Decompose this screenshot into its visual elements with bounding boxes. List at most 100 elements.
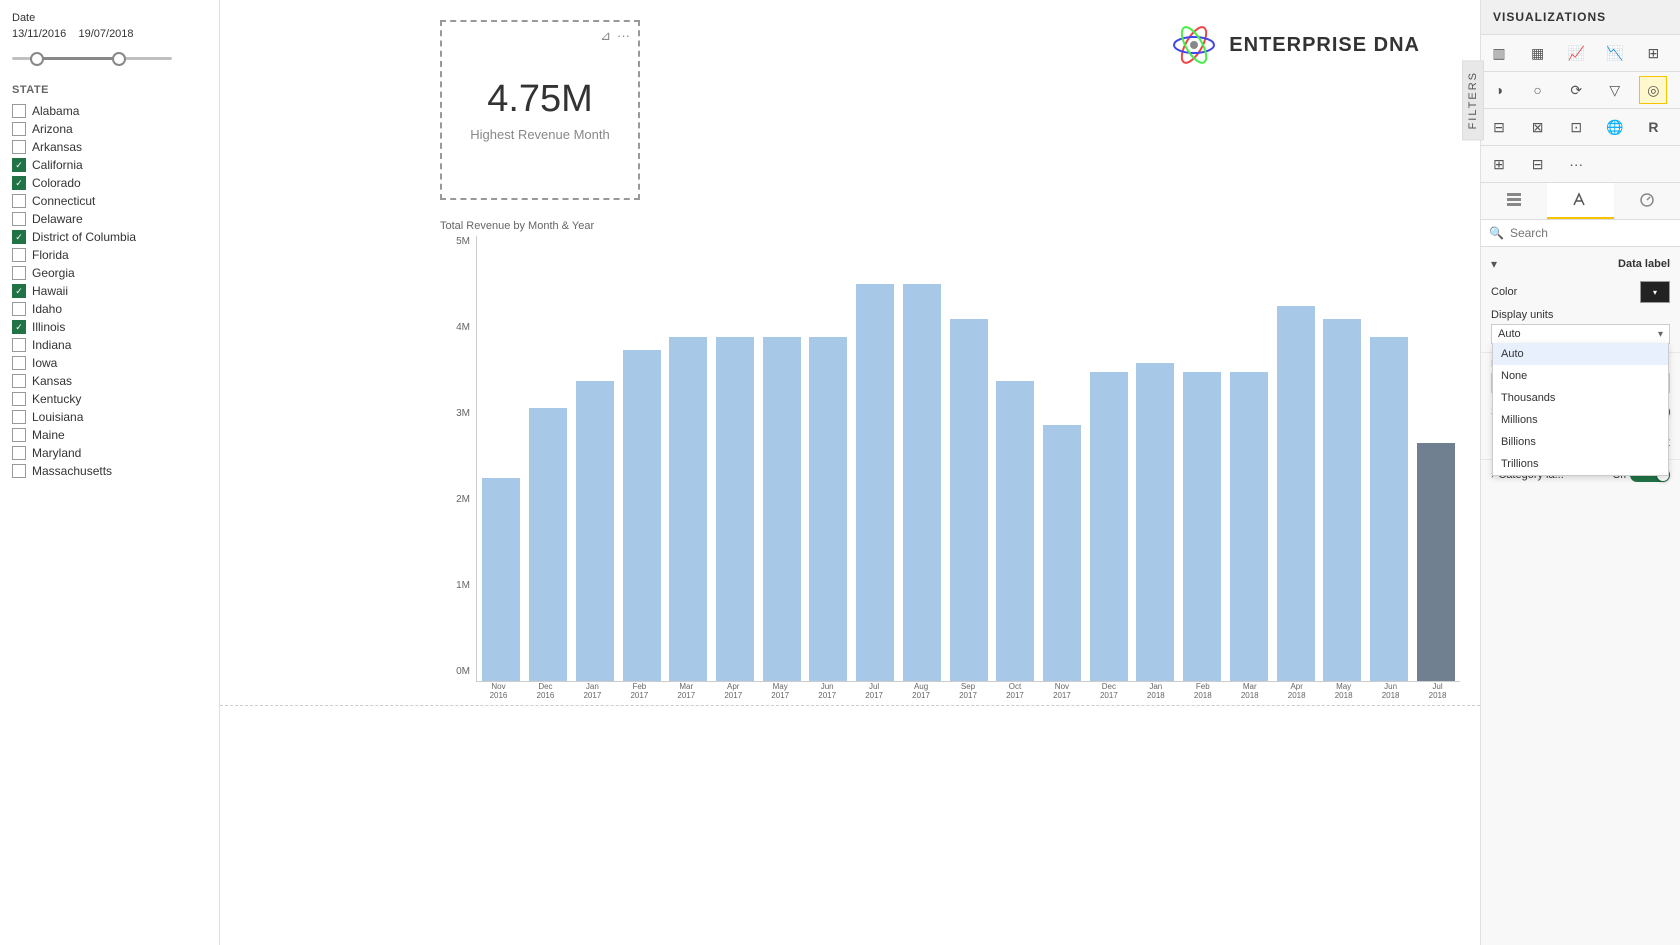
state-item-illinois[interactable]: Illinois: [12, 320, 207, 334]
checkbox-district-of-columbia[interactable]: [12, 230, 26, 244]
viz-btn-area[interactable]: 📉: [1601, 39, 1629, 67]
bar-group[interactable]: [993, 240, 1038, 681]
kpi-card[interactable]: ⊿ ··· 4.75M Highest Revenue Month: [440, 20, 640, 200]
more-icon[interactable]: ···: [617, 28, 630, 44]
state-item-arizona[interactable]: Arizona: [12, 122, 207, 136]
bar-group[interactable]: [1413, 240, 1458, 681]
bar-group[interactable]: [1040, 240, 1085, 681]
dropdown-option-billions[interactable]: Billions: [1493, 431, 1668, 453]
checkbox-florida[interactable]: [12, 248, 26, 262]
bar-group[interactable]: [946, 240, 991, 681]
bar-group[interactable]: [806, 240, 851, 681]
bar-group[interactable]: [572, 240, 617, 681]
viz-btn-pie[interactable]: ◑: [1485, 76, 1513, 104]
checkbox-idaho[interactable]: [12, 302, 26, 316]
checkbox-delaware[interactable]: [12, 212, 26, 226]
checkbox-maine[interactable]: [12, 428, 26, 442]
viz-btn-line[interactable]: 📈: [1562, 39, 1590, 67]
viz-btn-column[interactable]: ▦: [1524, 39, 1552, 67]
analytics-tab[interactable]: [1614, 183, 1680, 219]
dropdown-option-none[interactable]: None: [1493, 365, 1668, 387]
state-item-connecticut[interactable]: Connecticut: [12, 194, 207, 208]
viz-btn-more1[interactable]: ⊞: [1485, 150, 1513, 178]
bar-group[interactable]: [1133, 240, 1178, 681]
checkbox-arizona[interactable]: [12, 122, 26, 136]
bar-group[interactable]: [713, 240, 758, 681]
format-tab[interactable]: [1547, 183, 1613, 219]
color-swatch[interactable]: ▾: [1640, 281, 1670, 303]
bar-group[interactable]: [666, 240, 711, 681]
viz-btn-ribbon[interactable]: ⟳: [1562, 76, 1590, 104]
search-input[interactable]: [1510, 226, 1672, 240]
state-item-maryland[interactable]: Maryland: [12, 446, 207, 460]
checkbox-illinois[interactable]: [12, 320, 26, 334]
date-slider[interactable]: [12, 48, 207, 68]
viz-btn-gauge[interactable]: ◎: [1639, 76, 1667, 104]
bar-group[interactable]: [526, 240, 571, 681]
checkbox-iowa[interactable]: [12, 356, 26, 370]
dropdown-option-millions[interactable]: Millions: [1493, 409, 1668, 431]
viz-btn-treemap[interactable]: ⊡: [1562, 113, 1590, 141]
filters-tab[interactable]: FILTERS: [1462, 60, 1484, 140]
state-item-alabama[interactable]: Alabama: [12, 104, 207, 118]
state-item-georgia[interactable]: Georgia: [12, 266, 207, 280]
checkbox-colorado[interactable]: [12, 176, 26, 190]
viz-btn-table[interactable]: ⊟: [1485, 113, 1513, 141]
checkbox-arkansas[interactable]: [12, 140, 26, 154]
viz-btn-more3[interactable]: ···: [1562, 150, 1590, 178]
viz-btn-more2[interactable]: ⊟: [1524, 150, 1552, 178]
slider-thumb-left[interactable]: [30, 52, 44, 66]
bar-group[interactable]: [1180, 240, 1225, 681]
checkbox-hawaii[interactable]: [12, 284, 26, 298]
bar-group[interactable]: [1227, 240, 1272, 681]
state-item-district-of-columbia[interactable]: District of Columbia: [12, 230, 207, 244]
bar-group[interactable]: [1320, 240, 1365, 681]
bar-group[interactable]: [1367, 240, 1412, 681]
viz-btn-matrix[interactable]: ⊠: [1524, 113, 1552, 141]
filter-icon[interactable]: ⊿: [600, 28, 611, 44]
viz-btn-map[interactable]: 🌐: [1601, 113, 1629, 141]
state-item-arkansas[interactable]: Arkansas: [12, 140, 207, 154]
dropdown-option-auto[interactable]: Auto: [1493, 343, 1668, 365]
dropdown-selected-value[interactable]: Auto ▾: [1492, 325, 1669, 343]
state-item-florida[interactable]: Florida: [12, 248, 207, 262]
state-item-colorado[interactable]: Colorado: [12, 176, 207, 190]
checkbox-louisiana[interactable]: [12, 410, 26, 424]
checkbox-california[interactable]: [12, 158, 26, 172]
state-item-maine[interactable]: Maine: [12, 428, 207, 442]
state-item-indiana[interactable]: Indiana: [12, 338, 207, 352]
state-item-massachusetts[interactable]: Massachusetts: [12, 464, 207, 478]
display-units-dropdown[interactable]: Auto ▾ AutoNoneThousandsMillionsBillions…: [1491, 324, 1670, 344]
checkbox-maryland[interactable]: [12, 446, 26, 460]
state-item-iowa[interactable]: Iowa: [12, 356, 207, 370]
state-item-hawaii[interactable]: Hawaii: [12, 284, 207, 298]
checkbox-indiana[interactable]: [12, 338, 26, 352]
checkbox-kentucky[interactable]: [12, 392, 26, 406]
viz-btn-scatter[interactable]: ⊞: [1639, 39, 1667, 67]
checkbox-massachusetts[interactable]: [12, 464, 26, 478]
state-item-idaho[interactable]: Idaho: [12, 302, 207, 316]
bar-group[interactable]: [899, 240, 944, 681]
state-item-california[interactable]: California: [12, 158, 207, 172]
state-item-louisiana[interactable]: Louisiana: [12, 410, 207, 424]
viz-btn-r[interactable]: R: [1639, 113, 1667, 141]
state-item-kentucky[interactable]: Kentucky: [12, 392, 207, 406]
viz-btn-bar[interactable]: ▥: [1485, 39, 1513, 67]
data-label-header[interactable]: ▾ Data label: [1491, 253, 1670, 275]
checkbox-connecticut[interactable]: [12, 194, 26, 208]
slider-thumb-right[interactable]: [112, 52, 126, 66]
state-item-kansas[interactable]: Kansas: [12, 374, 207, 388]
bar-group[interactable]: [853, 240, 898, 681]
bar-group[interactable]: [619, 240, 664, 681]
viz-btn-donut[interactable]: ○: [1524, 76, 1552, 104]
state-item-delaware[interactable]: Delaware: [12, 212, 207, 226]
bar-group[interactable]: [1273, 240, 1318, 681]
checkbox-alabama[interactable]: [12, 104, 26, 118]
dropdown-option-trillions[interactable]: Trillions: [1493, 453, 1668, 475]
checkbox-georgia[interactable]: [12, 266, 26, 280]
bar-group[interactable]: [479, 240, 524, 681]
fields-tab[interactable]: [1481, 183, 1547, 219]
bar-group[interactable]: [759, 240, 804, 681]
viz-btn-funnel[interactable]: ▽: [1601, 76, 1629, 104]
dropdown-option-thousands[interactable]: Thousands: [1493, 387, 1668, 409]
